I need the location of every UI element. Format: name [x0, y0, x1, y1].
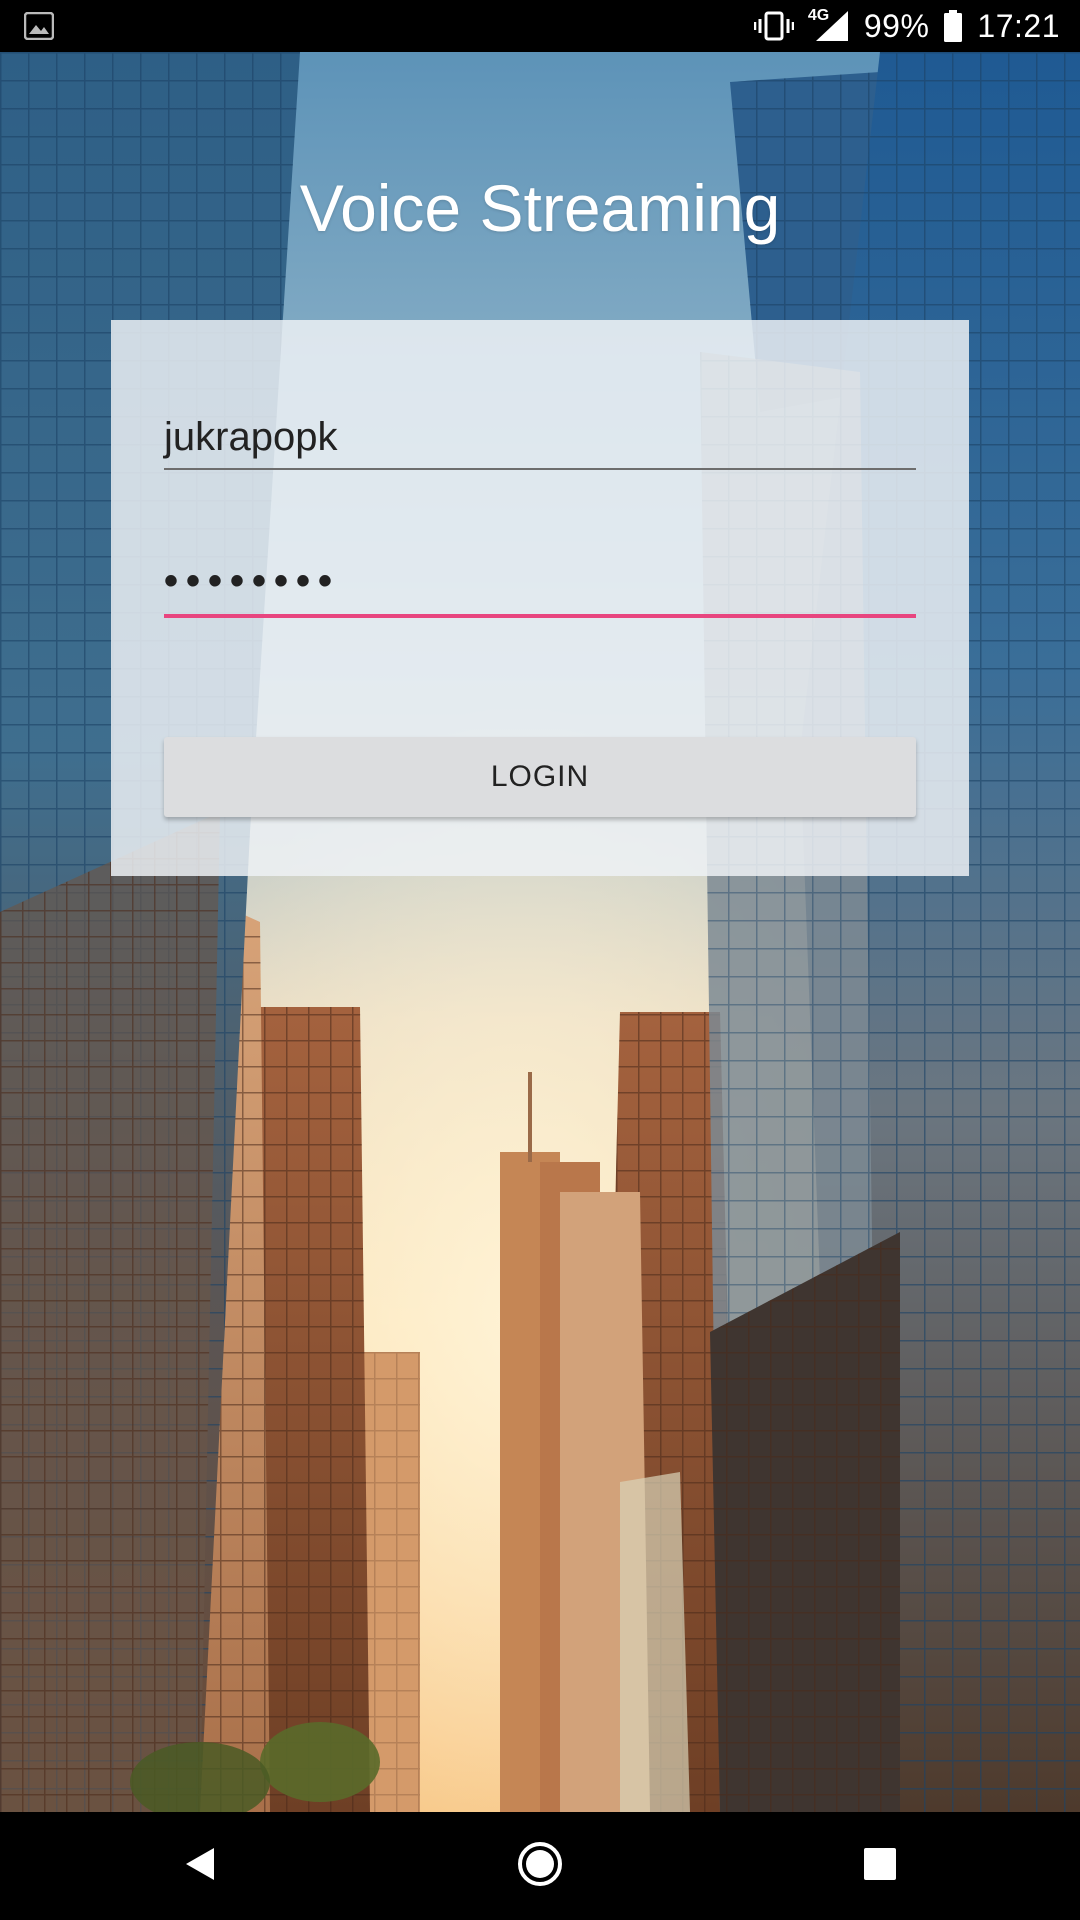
home-icon — [516, 1840, 564, 1893]
login-button-label: LOGIN — [490, 760, 590, 793]
back-button[interactable] — [170, 1836, 230, 1896]
login-card: jukrapopk •••••••• LOGIN — [111, 320, 969, 876]
image-notification-icon — [23, 11, 55, 41]
username-field[interactable]: jukrapopk — [164, 390, 916, 470]
battery-percent: 99% — [863, 7, 930, 44]
login-button[interactable]: LOGIN — [164, 737, 916, 817]
recents-icon — [862, 1846, 898, 1887]
password-field[interactable]: •••••••• — [164, 534, 916, 618]
status-bar: 4G 99% 17:21 — [0, 0, 1080, 52]
back-icon — [180, 1844, 220, 1889]
vibrate-icon — [753, 11, 794, 41]
background-city-image — [0, 52, 1080, 1812]
battery-icon — [943, 10, 963, 42]
app-title: Voice Streaming — [299, 171, 781, 245]
login-screen: 4G 99% 17:21 Voice Streaming jukrapopk •… — [0, 0, 1080, 1920]
clock: 17:21 — [977, 7, 1060, 44]
username-value: jukrapopk — [164, 415, 338, 459]
password-masked-value: •••••••• — [164, 559, 341, 603]
navigation-bar — [0, 1812, 1080, 1920]
recents-button[interactable] — [850, 1836, 910, 1896]
cell-signal-icon: 4G — [808, 7, 850, 43]
home-button[interactable] — [510, 1836, 570, 1896]
status-indicators: 4G 99% 17:21 — [753, 0, 1060, 52]
